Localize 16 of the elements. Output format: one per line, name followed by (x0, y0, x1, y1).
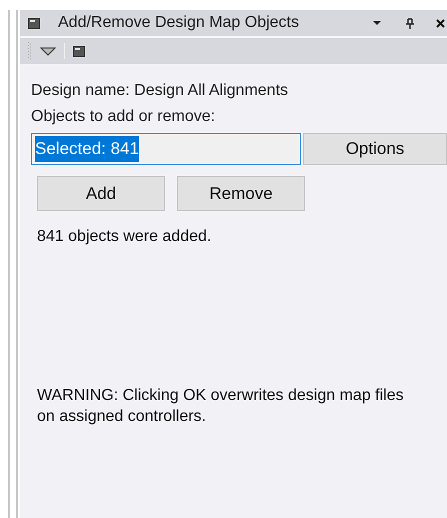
window-icon[interactable] (73, 46, 85, 56)
field-value: Selected: 841 (35, 136, 139, 162)
remove-button[interactable]: Remove (177, 176, 305, 211)
options-button[interactable]: Options (303, 133, 447, 165)
triangle-down-icon[interactable] (40, 46, 56, 56)
objects-field[interactable]: Selected: 841 (31, 133, 301, 165)
dropdown-icon[interactable] (372, 20, 382, 26)
window-icon (28, 18, 40, 28)
close-icon[interactable] (436, 18, 445, 28)
pin-icon[interactable] (406, 18, 414, 28)
design-name-label: Design name: Design All Alignments (31, 81, 290, 101)
warning-message: WARNING: Clicking OK overwrites design map files on assigned controllers. (36, 386, 405, 427)
panel-title: Add/Remove Design Map Objects (58, 13, 300, 33)
objects-label: Objects to add or remove: (31, 107, 216, 127)
status-message: 841 objects were added. (36, 227, 212, 247)
add-button[interactable]: Add (37, 176, 165, 211)
